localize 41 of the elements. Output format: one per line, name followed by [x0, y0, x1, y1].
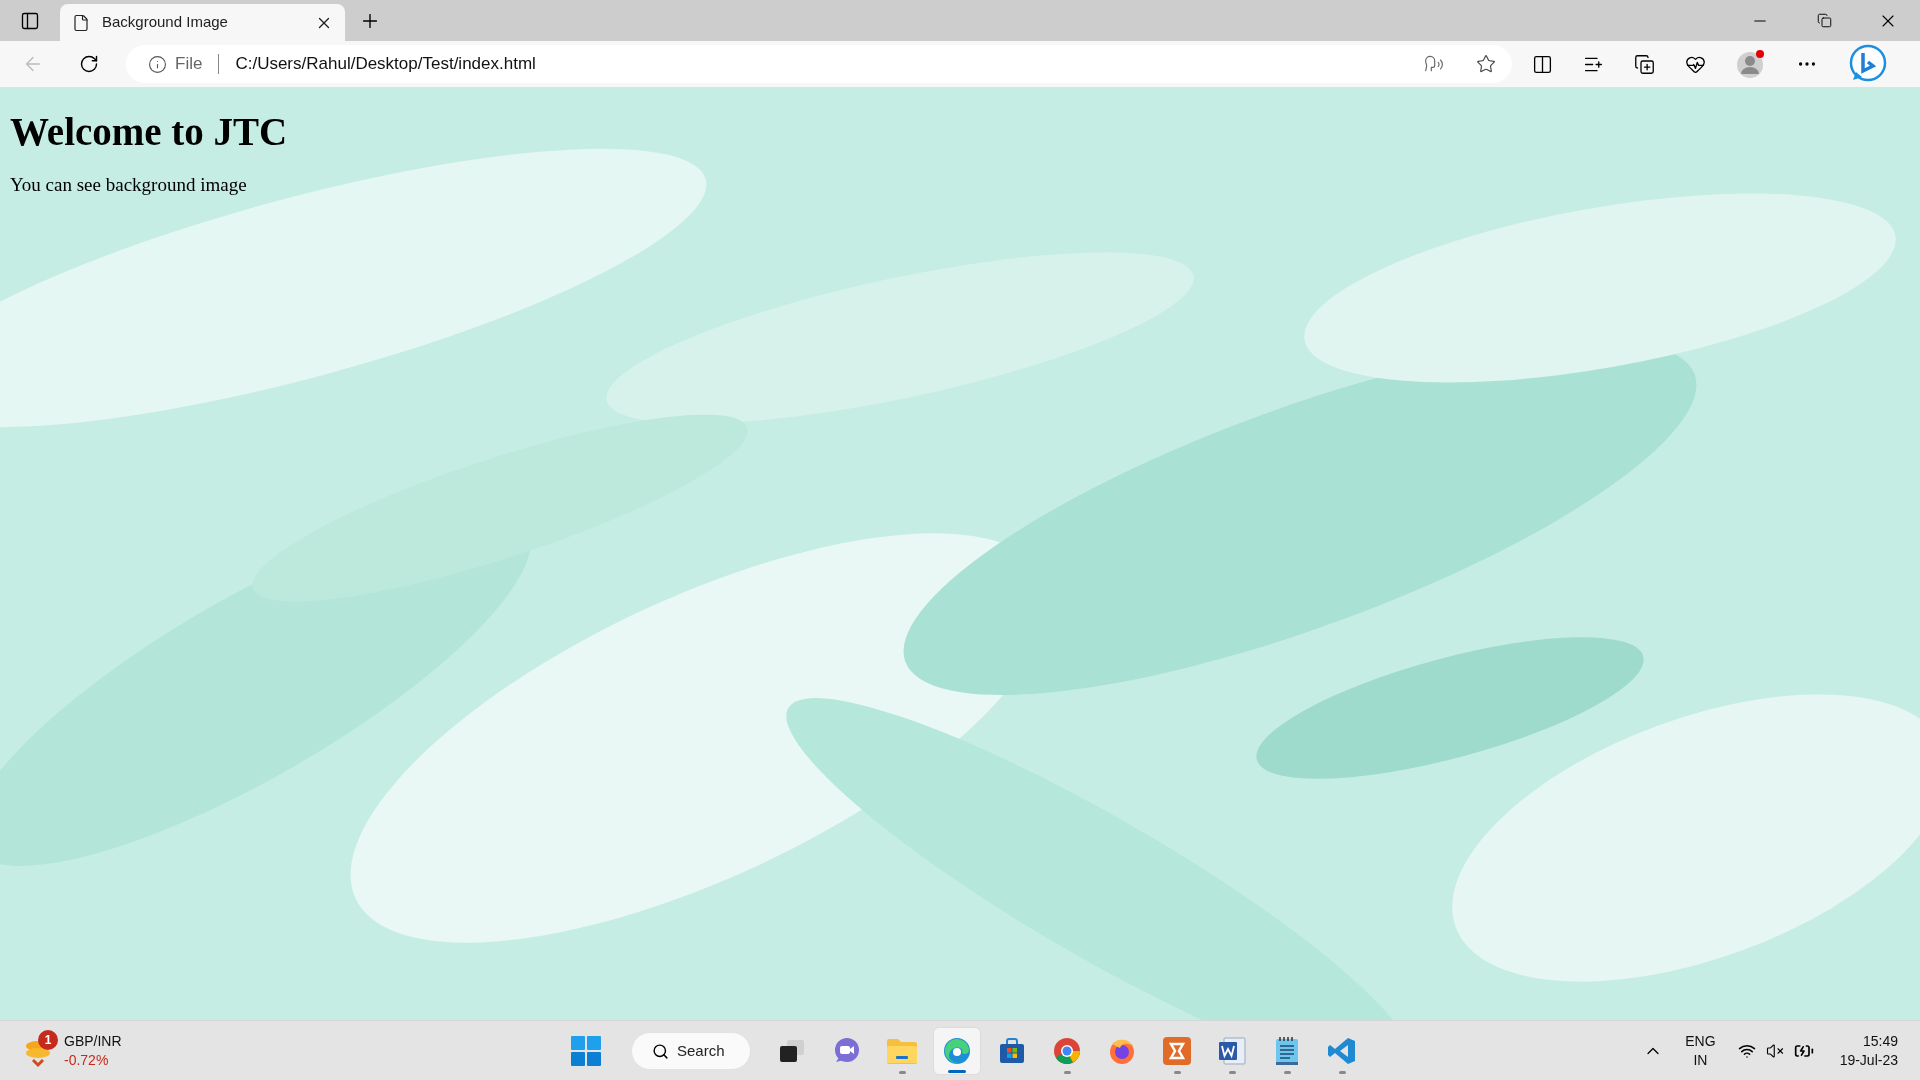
task-view-icon — [778, 1037, 806, 1065]
browser-tab[interactable]: Background Image — [60, 4, 345, 41]
running-indicator — [1173, 1071, 1181, 1074]
chat-bubble-icon[interactable] — [1848, 44, 1888, 84]
running-indicator — [898, 1071, 906, 1074]
clock[interactable]: 15:49 19-Jul-23 — [1839, 1031, 1898, 1070]
language-indicator[interactable]: ENG IN — [1685, 1031, 1716, 1070]
code-editor-icon — [1327, 1036, 1357, 1066]
running-indicator — [1063, 1071, 1071, 1074]
muted-speaker-icon[interactable] — [1765, 1041, 1784, 1060]
running-indicator — [1228, 1071, 1236, 1074]
start-icon[interactable] — [570, 1035, 602, 1067]
favorite-icon[interactable] — [1476, 54, 1496, 74]
document-icon — [1217, 1036, 1247, 1066]
widget-title: GBP/INR — [64, 1031, 122, 1051]
notification-badge: 1 — [38, 1029, 58, 1050]
widget-change: -0.72% — [64, 1050, 110, 1070]
running-indicator — [1283, 1071, 1291, 1074]
running-indicator — [948, 1070, 966, 1073]
url-text: C:/Users/Rahul/Desktop/Test/index.html — [235, 53, 537, 76]
scheme-label: File — [175, 53, 203, 76]
notepad-icon — [1274, 1036, 1300, 1066]
shopping-bag-icon — [998, 1037, 1026, 1065]
info-icon — [148, 54, 167, 74]
page-icon — [72, 13, 90, 32]
page-paragraph: You can see background image — [10, 172, 248, 197]
search-icon — [652, 1042, 669, 1060]
collections-icon[interactable] — [1634, 53, 1655, 75]
weather-widget[interactable]: 1 GBP/INR -0.72% — [24, 1031, 122, 1070]
page-heading: Welcome to JTC — [10, 109, 289, 155]
profile-avatar-icon[interactable] — [1736, 49, 1766, 79]
reload-icon[interactable] — [79, 54, 99, 74]
address-bar[interactable]: File C:/Users/Rahul/Desktop/Test/index.html — [126, 45, 1512, 83]
speech-icon[interactable] — [1424, 54, 1444, 74]
tab-title: Background Image — [102, 12, 229, 33]
tab-actions-icon[interactable] — [20, 10, 40, 31]
split-screen-icon[interactable] — [1532, 53, 1553, 75]
running-indicator — [1338, 1071, 1346, 1074]
search-box[interactable]: Search — [631, 1032, 751, 1070]
restore-icon[interactable] — [1816, 13, 1832, 28]
folder-icon — [886, 1037, 918, 1065]
